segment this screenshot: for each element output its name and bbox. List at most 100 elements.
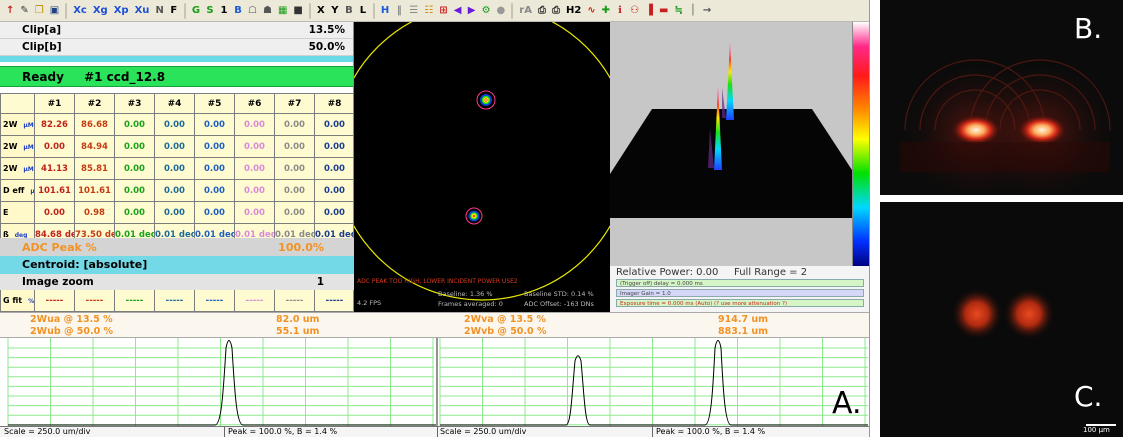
table-cell: ----- xyxy=(74,289,115,312)
toolbar-button-1[interactable]: ↑ xyxy=(4,3,16,19)
toolbar-button-7[interactable]: Xp xyxy=(112,3,131,19)
beam-spot-1 xyxy=(476,90,496,110)
toolbar-button-9[interactable]: N xyxy=(153,3,165,19)
image-zoom-label: Image zoom xyxy=(22,276,94,288)
table-cell: 0.00 xyxy=(34,135,75,158)
imager-gain-status-bar[interactable]: Imager Gain = 1.0 xyxy=(616,289,864,297)
toolbar-button-22[interactable]: L xyxy=(357,3,369,19)
photo-b-spot-left xyxy=(950,114,1002,146)
row-label: E xyxy=(0,201,35,224)
table-row: 2W µM 0.00 84.94 0.00 0.00 0.00 0.00 0.00 0.00 xyxy=(0,135,353,158)
table-cell: 85.81 xyxy=(74,157,115,180)
toolbar-button-2[interactable]: ✎ xyxy=(18,3,30,19)
wvb-label: 2Wvb @ 50.0 % xyxy=(464,326,547,337)
row-unit: µM xyxy=(23,166,34,173)
toolbar-button-32[interactable]: rA xyxy=(517,3,534,19)
left-scale-text: Scale = 250.0 um/div xyxy=(4,427,91,436)
toolbar-button-26[interactable]: ☷ xyxy=(422,3,435,19)
table-cell: 82.26 xyxy=(34,113,75,136)
toolbar-button-20[interactable]: Y xyxy=(329,3,341,19)
toolbar-button-14[interactable]: B xyxy=(232,3,244,19)
toolbar-button-39[interactable]: ⚇ xyxy=(628,3,641,19)
beam-spot-2 xyxy=(465,207,483,225)
toolbar-button-3[interactable]: ❐ xyxy=(33,3,46,19)
table-cell: 0.00 xyxy=(114,157,155,180)
beam-widths-row: 2Wua @ 13.5 % 82.0 um 2Wub @ 50.0 % 55.1… xyxy=(0,312,869,338)
toolbar-button-17[interactable]: ▦ xyxy=(276,3,289,19)
column-header: #2 xyxy=(74,93,115,114)
toolbar-button-33[interactable]: ⎙ xyxy=(536,3,548,19)
table-cell: 0.00 xyxy=(114,179,155,202)
photo-b-spot-right xyxy=(1016,114,1068,146)
table-cell: 0.00 xyxy=(234,135,275,158)
toolbar-button-44[interactable]: → xyxy=(701,3,713,19)
left-peak-text: Peak = 100.0 %, B = 1.4 % xyxy=(228,427,338,436)
toolbar-button-42[interactable]: ≒ xyxy=(672,3,684,19)
toolbar-button-15[interactable]: ☖ xyxy=(246,3,259,19)
table-cell: 0.98 xyxy=(74,201,115,224)
toolbar-button-28[interactable]: ◀ xyxy=(452,3,464,19)
toolbar-button-5[interactable]: Xc xyxy=(71,3,89,19)
table-cell: 0.00 xyxy=(34,201,75,224)
photo-b-speckle xyxy=(900,142,1110,172)
toolbar-button-25[interactable]: ☰ xyxy=(407,3,420,19)
toolbar-button-11[interactable]: G xyxy=(190,3,202,19)
row-unit: µM xyxy=(23,122,34,129)
toolbar-button-21[interactable]: B xyxy=(343,3,355,19)
toolbar-button-13[interactable]: 1 xyxy=(218,3,230,19)
toolbar-button-4[interactable]: ▣ xyxy=(48,3,61,19)
scale-divider xyxy=(437,427,438,437)
column-header: #6 xyxy=(234,93,275,114)
scale-divider xyxy=(652,427,653,437)
toolbar-button-8[interactable]: Xu xyxy=(133,3,152,19)
adc-offset-text: ADC Offset: -163 DNs xyxy=(524,300,594,308)
adc-peak-row[interactable]: ADC Peak % 100.0% xyxy=(0,238,354,256)
toolbar-button-41[interactable]: ▬ xyxy=(657,3,670,19)
clip-a-row[interactable]: Clip[a] 13.5% xyxy=(0,22,353,39)
toolbar-button-29[interactable]: ▶ xyxy=(466,3,478,19)
table-cell: 0.00 xyxy=(114,135,155,158)
3d-profile-view[interactable] xyxy=(610,22,852,266)
beam-image-view[interactable]: ADC PEAK TOO HIGH, LOWER INCIDENT POWER … xyxy=(354,22,610,312)
toolbar-button-6[interactable]: Xg xyxy=(91,3,110,19)
toolbar-separator xyxy=(308,2,311,19)
wub-label: 2Wub @ 50.0 % xyxy=(30,326,114,337)
toolbar-button-43[interactable]: │ xyxy=(687,3,699,19)
column-header: #5 xyxy=(194,93,235,114)
table-cell: 0.00 xyxy=(274,135,315,158)
toolbar-button-40[interactable]: ▐ xyxy=(643,3,655,19)
image-zoom-row[interactable]: Image zoom 1 xyxy=(0,274,354,290)
toolbar-button-24[interactable]: ‖ xyxy=(393,3,405,19)
exposure-status-bar[interactable]: Exposure time = 0.000 ms (Auto) (? use m… xyxy=(616,299,864,307)
row-unit: % xyxy=(28,298,35,305)
table-cell: 0.00 xyxy=(194,113,235,136)
toolbar-button-31[interactable]: ● xyxy=(495,3,508,19)
row-label: 2W µM xyxy=(0,135,35,158)
table-header-row: #1 #2 #3 #4 #5 #6 #7 #8 xyxy=(0,93,353,114)
trigger-status-bar[interactable]: (Trigger off) delay = 0.000 ms xyxy=(616,279,864,287)
toolbar-button-18[interactable]: ■ xyxy=(291,3,304,19)
table-cell: 0.00 xyxy=(154,135,195,158)
toolbar-button-23[interactable]: H xyxy=(379,3,391,19)
centroid-label: Centroid: [absolute] xyxy=(22,258,148,271)
table-cell: ----- xyxy=(114,289,155,312)
toolbar-button-34[interactable]: ⎙ xyxy=(550,3,562,19)
table-cell: 0.00 xyxy=(274,113,315,136)
clip-a-label: Clip[a] xyxy=(22,24,62,36)
toolbar-button-38[interactable]: ℹ xyxy=(614,3,626,19)
clip-b-row[interactable]: Clip[b] 50.0% xyxy=(0,39,353,56)
toolbar-button-30[interactable]: ⚙ xyxy=(480,3,493,19)
toolbar-button-35[interactable]: H2 xyxy=(564,3,583,19)
toolbar-button-36[interactable]: ∿ xyxy=(585,3,597,19)
toolbar-button-19[interactable]: X xyxy=(315,3,327,19)
table-corner-cell xyxy=(0,93,35,114)
column-header: #4 xyxy=(154,93,195,114)
toolbar-button-12[interactable]: S xyxy=(204,3,216,19)
toolbar-button-16[interactable]: ☗ xyxy=(261,3,274,19)
toolbar-button-27[interactable]: ⊞ xyxy=(437,3,449,19)
toolbar-button-10[interactable]: F xyxy=(168,3,180,19)
table-cell: 0.00 xyxy=(114,113,155,136)
centroid-row[interactable]: Centroid: [absolute] xyxy=(0,256,354,274)
toolbar-button-37[interactable]: ✚ xyxy=(600,3,612,19)
photo-c-spot-left xyxy=(951,288,1003,340)
